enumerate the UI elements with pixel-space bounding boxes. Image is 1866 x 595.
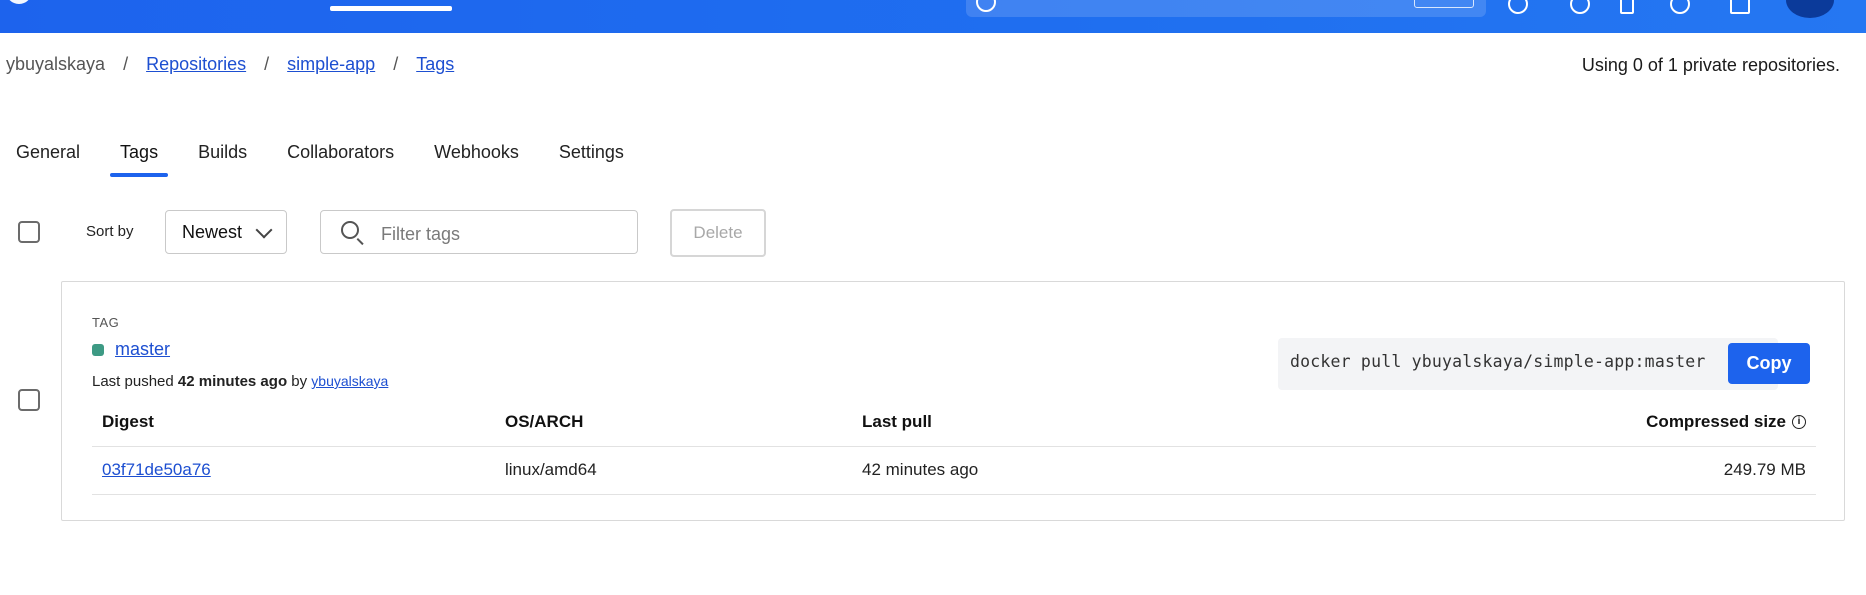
table-header: Digest OS/ARCH Last pull Compressed size… bbox=[92, 398, 1816, 447]
filter-tags-input[interactable] bbox=[379, 221, 623, 247]
tab-tags[interactable]: Tags bbox=[110, 142, 169, 177]
tag-row-checkbox[interactable] bbox=[18, 389, 40, 411]
breadcrumb: ybuyalskaya / Repositories / simple-app … bbox=[6, 54, 454, 75]
active-nav-indicator bbox=[330, 6, 452, 11]
user-avatar[interactable] bbox=[1786, 0, 1834, 18]
tag-title: master bbox=[92, 339, 170, 360]
os-arch-value: linux/amd64 bbox=[505, 460, 597, 479]
pushed-by-user-link[interactable]: ybuyalskaya bbox=[311, 373, 388, 389]
last-pushed-info: Last pushed 42 minutes ago by ybuyalskay… bbox=[92, 373, 388, 390]
docker-logo-icon[interactable] bbox=[6, 0, 32, 4]
status-icon[interactable] bbox=[1670, 0, 1690, 14]
repository-tabs: General Tags Builds Collaborators Webhoo… bbox=[16, 142, 664, 177]
tags-toolbar: Sort by Newest Delete bbox=[18, 209, 818, 257]
filter-tags-field[interactable] bbox=[320, 210, 638, 254]
info-icon[interactable]: i bbox=[1792, 414, 1806, 429]
notifications-icon[interactable] bbox=[1620, 0, 1634, 14]
tag-status-icon bbox=[92, 343, 104, 356]
column-header-last-pull: Last pull bbox=[862, 412, 932, 431]
pull-command-box: docker pull ybuyalskaya/simple-app:maste… bbox=[1278, 338, 1778, 390]
search-icon bbox=[341, 221, 359, 239]
breadcrumb-repositories-link[interactable]: Repositories bbox=[146, 54, 246, 75]
sort-select-value: Newest bbox=[182, 221, 243, 242]
pushed-by-prefix: by bbox=[291, 373, 308, 390]
keyboard-shortcut-badge bbox=[1414, 0, 1474, 8]
tag-card: TAG master Last pushed 42 minutes ago by… bbox=[61, 281, 1845, 521]
sort-label: Sort by bbox=[86, 223, 134, 240]
column-header-compressed-size: Compressed size i bbox=[1646, 412, 1806, 432]
delete-button[interactable]: Delete bbox=[670, 209, 766, 257]
tab-settings[interactable]: Settings bbox=[559, 142, 624, 177]
tab-collaborators[interactable]: Collaborators bbox=[287, 142, 394, 177]
column-header-os-arch: OS/ARCH bbox=[505, 412, 584, 431]
settings-icon[interactable] bbox=[1570, 0, 1590, 14]
breadcrumb-tags-link[interactable]: Tags bbox=[416, 54, 454, 75]
pushed-time: 42 minutes ago bbox=[177, 373, 288, 390]
chevron-down-icon bbox=[255, 221, 273, 239]
compressed-size-label: Compressed size bbox=[1646, 412, 1786, 431]
private-repo-usage: Using 0 of 1 private repositories. bbox=[1581, 55, 1840, 75]
breadcrumb-repo-link[interactable]: simple-app bbox=[287, 54, 375, 75]
compressed-size-value: 249.79 MB bbox=[1723, 460, 1806, 479]
pushed-prefix: Last pushed bbox=[92, 373, 174, 390]
tab-webhooks[interactable]: Webhooks bbox=[434, 142, 519, 177]
top-navigation-bar bbox=[0, 0, 1866, 33]
tag-name-link[interactable]: master bbox=[115, 339, 170, 360]
select-all-checkbox[interactable] bbox=[18, 221, 40, 243]
search-icon bbox=[976, 0, 996, 12]
breadcrumb-user: ybuyalskaya bbox=[6, 54, 106, 74]
tab-general[interactable]: General bbox=[16, 142, 80, 177]
breadcrumb-separator: / bbox=[393, 54, 399, 74]
breadcrumb-separator: / bbox=[123, 54, 129, 74]
tab-builds[interactable]: Builds bbox=[198, 142, 247, 177]
last-pull-value: 42 minutes ago bbox=[862, 460, 979, 479]
help-icon[interactable] bbox=[1508, 0, 1528, 14]
breadcrumb-separator: / bbox=[264, 54, 270, 74]
pull-command[interactable]: docker pull ybuyalskaya/simple-app:maste… bbox=[1290, 352, 1706, 371]
apps-grid-icon[interactable] bbox=[1730, 0, 1750, 14]
global-search-input[interactable] bbox=[966, 0, 1486, 17]
tag-caption: TAG bbox=[92, 315, 120, 330]
table-row: 03f71de50a76 linux/amd64 42 minutes ago … bbox=[92, 446, 1816, 495]
column-header-digest: Digest bbox=[102, 412, 154, 431]
sort-select[interactable]: Newest bbox=[165, 210, 287, 254]
copy-button[interactable]: Copy bbox=[1728, 343, 1810, 384]
digest-link[interactable]: 03f71de50a76 bbox=[102, 460, 211, 480]
